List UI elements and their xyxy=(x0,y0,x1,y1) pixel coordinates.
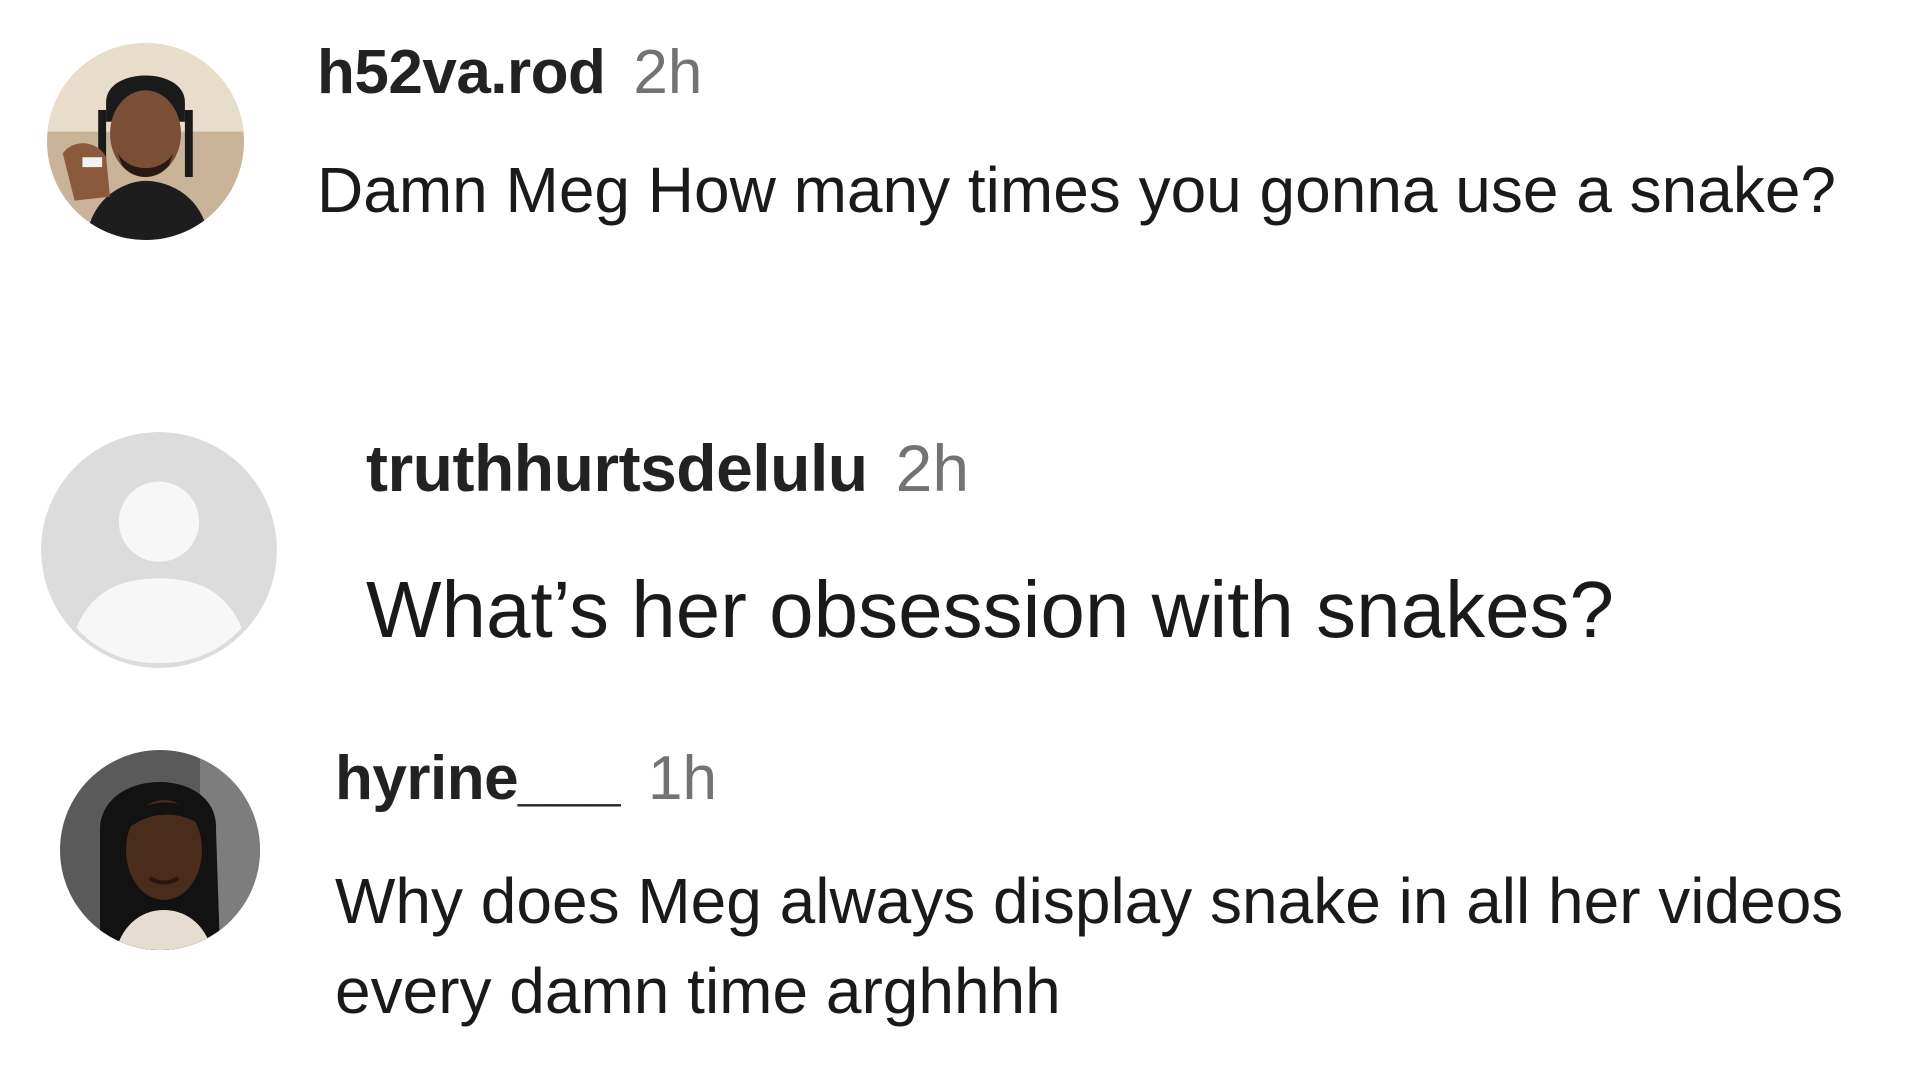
timestamp: 2h xyxy=(895,431,970,505)
avatar[interactable] xyxy=(47,43,244,240)
comment-meta: hyrine___ 1h xyxy=(335,748,717,810)
avatar[interactable] xyxy=(60,750,260,950)
profile-photo-icon xyxy=(47,43,244,240)
username-link[interactable]: hyrine___ xyxy=(335,744,621,813)
comment-thread: h52va.rod 2h Damn Meg How many times you … xyxy=(0,0,1920,1080)
default-user-icon xyxy=(41,432,277,668)
username-link[interactable]: truthhurtsdelulu xyxy=(366,431,868,505)
comment-text: Damn Meg How many times you gonna use a … xyxy=(317,154,1836,226)
timestamp: 1h xyxy=(648,744,717,813)
comment-meta: truthhurtsdelulu 2h xyxy=(366,435,969,501)
username-link[interactable]: h52va.rod xyxy=(317,38,606,107)
comment-meta: h52va.rod 2h xyxy=(317,42,702,104)
comment-text: What’s her obsession with snakes? xyxy=(366,565,1615,654)
profile-photo-icon xyxy=(60,750,260,950)
timestamp: 2h xyxy=(633,38,703,107)
comment-text: Why does Meg always display snake in all… xyxy=(335,865,1844,1027)
avatar[interactable] xyxy=(41,432,277,668)
